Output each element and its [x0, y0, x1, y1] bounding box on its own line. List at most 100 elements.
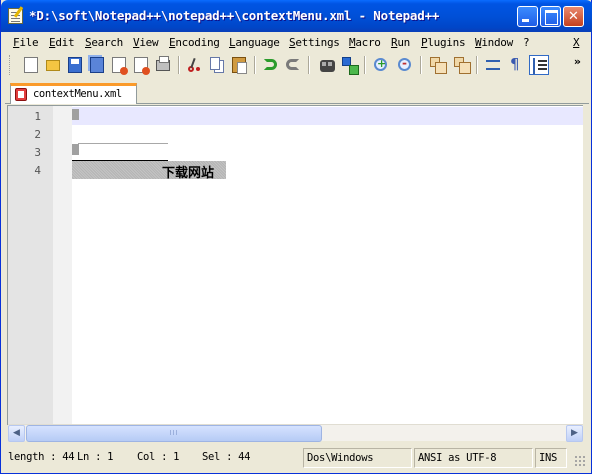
copy-icon	[210, 57, 220, 70]
chevron-right-icon: ▶	[571, 428, 578, 438]
line-number: 2	[34, 128, 41, 141]
indent-guide-icon	[533, 58, 547, 74]
menu-language[interactable]: Language	[229, 36, 280, 49]
replace-button[interactable]	[339, 55, 359, 75]
toolbar-separator	[420, 56, 422, 74]
sync-scroll-icon	[430, 57, 447, 74]
editor-line-4-text: 下载网站	[162, 166, 215, 181]
sync-horizontal-scroll-button[interactable]	[451, 55, 471, 75]
status-insert-mode[interactable]: INS	[535, 448, 567, 468]
tab-contextmenu-xml[interactable]: contextMenu.xml	[10, 83, 137, 104]
toolbar-separator	[476, 56, 478, 74]
scroll-left-button[interactable]: ◀	[8, 425, 25, 442]
sync-scroll-icon	[454, 57, 471, 74]
paste-icon	[232, 57, 247, 74]
status-encoding[interactable]: ANSI as UTF-8	[414, 448, 533, 468]
toolbar-separator	[308, 56, 310, 74]
save-all-icon	[90, 57, 104, 73]
status-column: Col : 1	[137, 451, 180, 463]
redo-button[interactable]	[283, 55, 303, 75]
line-number: 4	[34, 164, 41, 177]
horizontal-scrollbar[interactable]: ◀ III ▶	[8, 424, 583, 442]
close-all-button[interactable]	[131, 55, 151, 75]
zoom-in-button[interactable]	[371, 55, 391, 75]
toolbar-separator	[254, 56, 256, 74]
title-bar[interactable]: *D:\soft\Notepad++\notepad++\contextMenu…	[1, 0, 592, 32]
status-bar: length : 44 Ln : 1 Col : 1 Sel : 44 Dos\…	[4, 447, 588, 469]
cut-icon	[188, 66, 194, 72]
scrollbar-thumb[interactable]: III	[26, 425, 322, 442]
close-file-button[interactable]	[109, 55, 129, 75]
resize-grip[interactable]	[574, 455, 586, 467]
close-document-button[interactable]: X	[573, 36, 580, 49]
toolbar-overflow-button[interactable]: »	[574, 55, 581, 68]
notepad-app-icon[interactable]	[8, 8, 23, 24]
maximize-button[interactable]	[540, 6, 561, 27]
cut-button[interactable]	[185, 55, 205, 75]
menu-plugins[interactable]: Plugins	[421, 36, 466, 49]
print-icon	[156, 56, 170, 71]
show-all-chars-icon: ¶	[510, 55, 520, 73]
menu-encoding[interactable]: Encoding	[169, 36, 220, 49]
open-folder-icon	[46, 60, 60, 71]
tab-label: contextMenu.xml	[33, 88, 122, 100]
close-all-icon	[134, 57, 150, 75]
scroll-right-button[interactable]: ▶	[566, 425, 583, 442]
selection-marker	[72, 144, 79, 155]
redo-icon	[286, 59, 299, 70]
close-window-button[interactable]: ✕	[563, 6, 584, 27]
new-file-icon	[24, 57, 38, 73]
menu-run[interactable]: Run	[391, 36, 410, 49]
selection-marker	[72, 109, 79, 120]
status-selection: Sel : 44	[202, 451, 251, 463]
window-title: *D:\soft\Notepad++\notepad++\contextMenu…	[29, 8, 440, 23]
minimize-icon	[518, 7, 537, 26]
unsaved-file-icon	[15, 88, 27, 101]
status-eol-format[interactable]: Dos\Windows	[303, 448, 412, 468]
find-icon	[320, 60, 335, 72]
line-number: 1	[34, 110, 41, 123]
show-all-chars-button[interactable]: ¶	[505, 55, 525, 75]
zoom-in-icon	[374, 57, 387, 71]
save-all-button[interactable]	[87, 55, 107, 75]
menu-edit[interactable]: Edit	[49, 36, 75, 49]
open-file-button[interactable]	[43, 55, 63, 75]
print-button[interactable]	[153, 55, 173, 75]
sync-vertical-scroll-button[interactable]	[427, 55, 447, 75]
text-editor[interactable]: 1 2 3 4 下载网站	[7, 105, 583, 425]
undo-icon	[264, 59, 277, 70]
current-line-highlight	[72, 107, 583, 125]
toolbar-grip[interactable]	[9, 55, 12, 75]
menu-macro[interactable]: Macro	[349, 36, 381, 49]
menu-view[interactable]: View	[133, 36, 159, 49]
close-file-icon	[112, 57, 128, 75]
save-button[interactable]	[65, 55, 85, 75]
new-file-button[interactable]	[21, 55, 41, 75]
menu-settings[interactable]: Settings	[289, 36, 340, 49]
fold-margin[interactable]	[53, 106, 72, 424]
undo-button[interactable]	[261, 55, 281, 75]
status-line: Ln : 1	[77, 451, 114, 463]
menu-search[interactable]: Search	[85, 36, 123, 49]
find-button[interactable]	[317, 55, 337, 75]
menu-bar: File Edit Search View Encoding Language …	[5, 33, 589, 52]
chevron-left-icon: ◀	[13, 428, 20, 438]
word-wrap-button[interactable]	[483, 55, 503, 75]
paste-button[interactable]	[229, 55, 249, 75]
zoom-out-button[interactable]	[395, 55, 415, 75]
indent-guide-button[interactable]	[529, 55, 549, 75]
toolbar: ¶ »	[5, 52, 589, 78]
close-icon: ✕	[568, 9, 579, 24]
menu-window[interactable]: Window	[475, 36, 513, 49]
minimize-button[interactable]	[517, 6, 538, 27]
status-length: length : 44	[8, 451, 75, 463]
toolbar-separator	[364, 56, 366, 74]
toolbar-separator	[178, 56, 180, 74]
line-2-underline	[78, 143, 168, 144]
line-number-margin[interactable]: 1 2 3 4	[8, 106, 53, 424]
document-tab-bar: contextMenu.xml	[5, 80, 589, 104]
copy-button[interactable]	[207, 55, 227, 75]
menu-file[interactable]: File	[13, 36, 39, 49]
save-icon	[68, 57, 82, 73]
menu-help[interactable]: ?	[523, 36, 530, 49]
